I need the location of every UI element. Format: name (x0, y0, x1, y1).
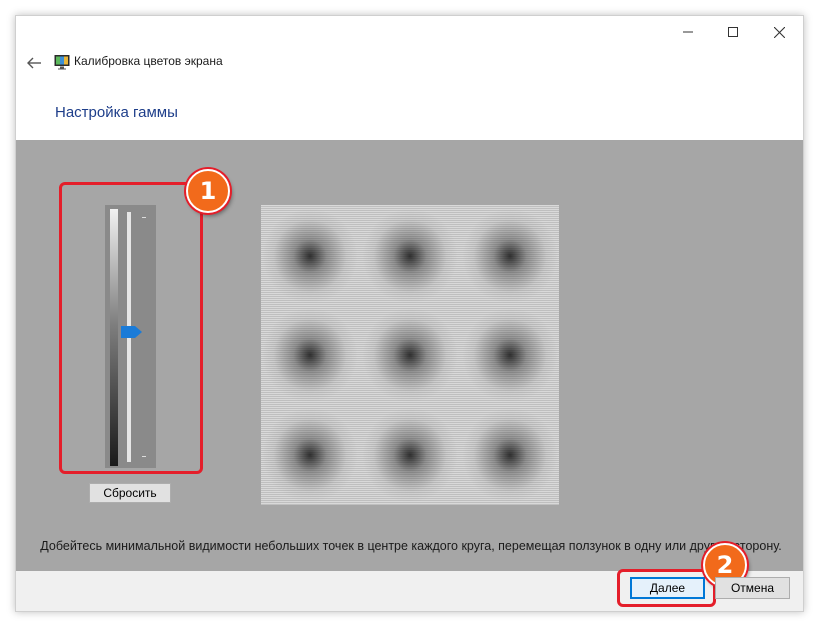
pattern-circle (463, 408, 557, 502)
pattern-circle (363, 408, 457, 502)
window-title: Калибровка цветов экрана (74, 54, 223, 68)
instruction-text: Добейтесь минимальной видимости небольши… (40, 539, 782, 553)
pattern-circle (263, 308, 357, 402)
pattern-circle (463, 209, 557, 303)
pattern-circle (363, 209, 457, 303)
highlight-next (617, 569, 716, 607)
maximize-button[interactable] (710, 16, 756, 48)
page-title: Настройка гаммы (55, 104, 178, 121)
display-calibration-icon (54, 55, 70, 70)
pattern-circle (263, 209, 357, 303)
reset-button[interactable]: Сбросить (89, 483, 171, 503)
pattern-circle (463, 308, 557, 402)
step-badge-1: 1 (186, 169, 230, 213)
pattern-circle (263, 408, 357, 502)
calibration-window: Калибровка цветов экрана Настройка гаммы… (15, 15, 804, 612)
cancel-button[interactable]: Отмена (715, 577, 790, 599)
pattern-circle (363, 308, 457, 402)
back-arrow-icon (27, 57, 41, 69)
gamma-test-pattern (261, 205, 559, 505)
close-icon (773, 26, 785, 38)
close-button[interactable] (756, 16, 802, 48)
back-button[interactable] (22, 52, 46, 74)
maximize-icon (728, 27, 738, 37)
highlight-slider (59, 182, 203, 474)
minimize-button[interactable] (665, 16, 711, 48)
minimize-icon (683, 31, 693, 33)
